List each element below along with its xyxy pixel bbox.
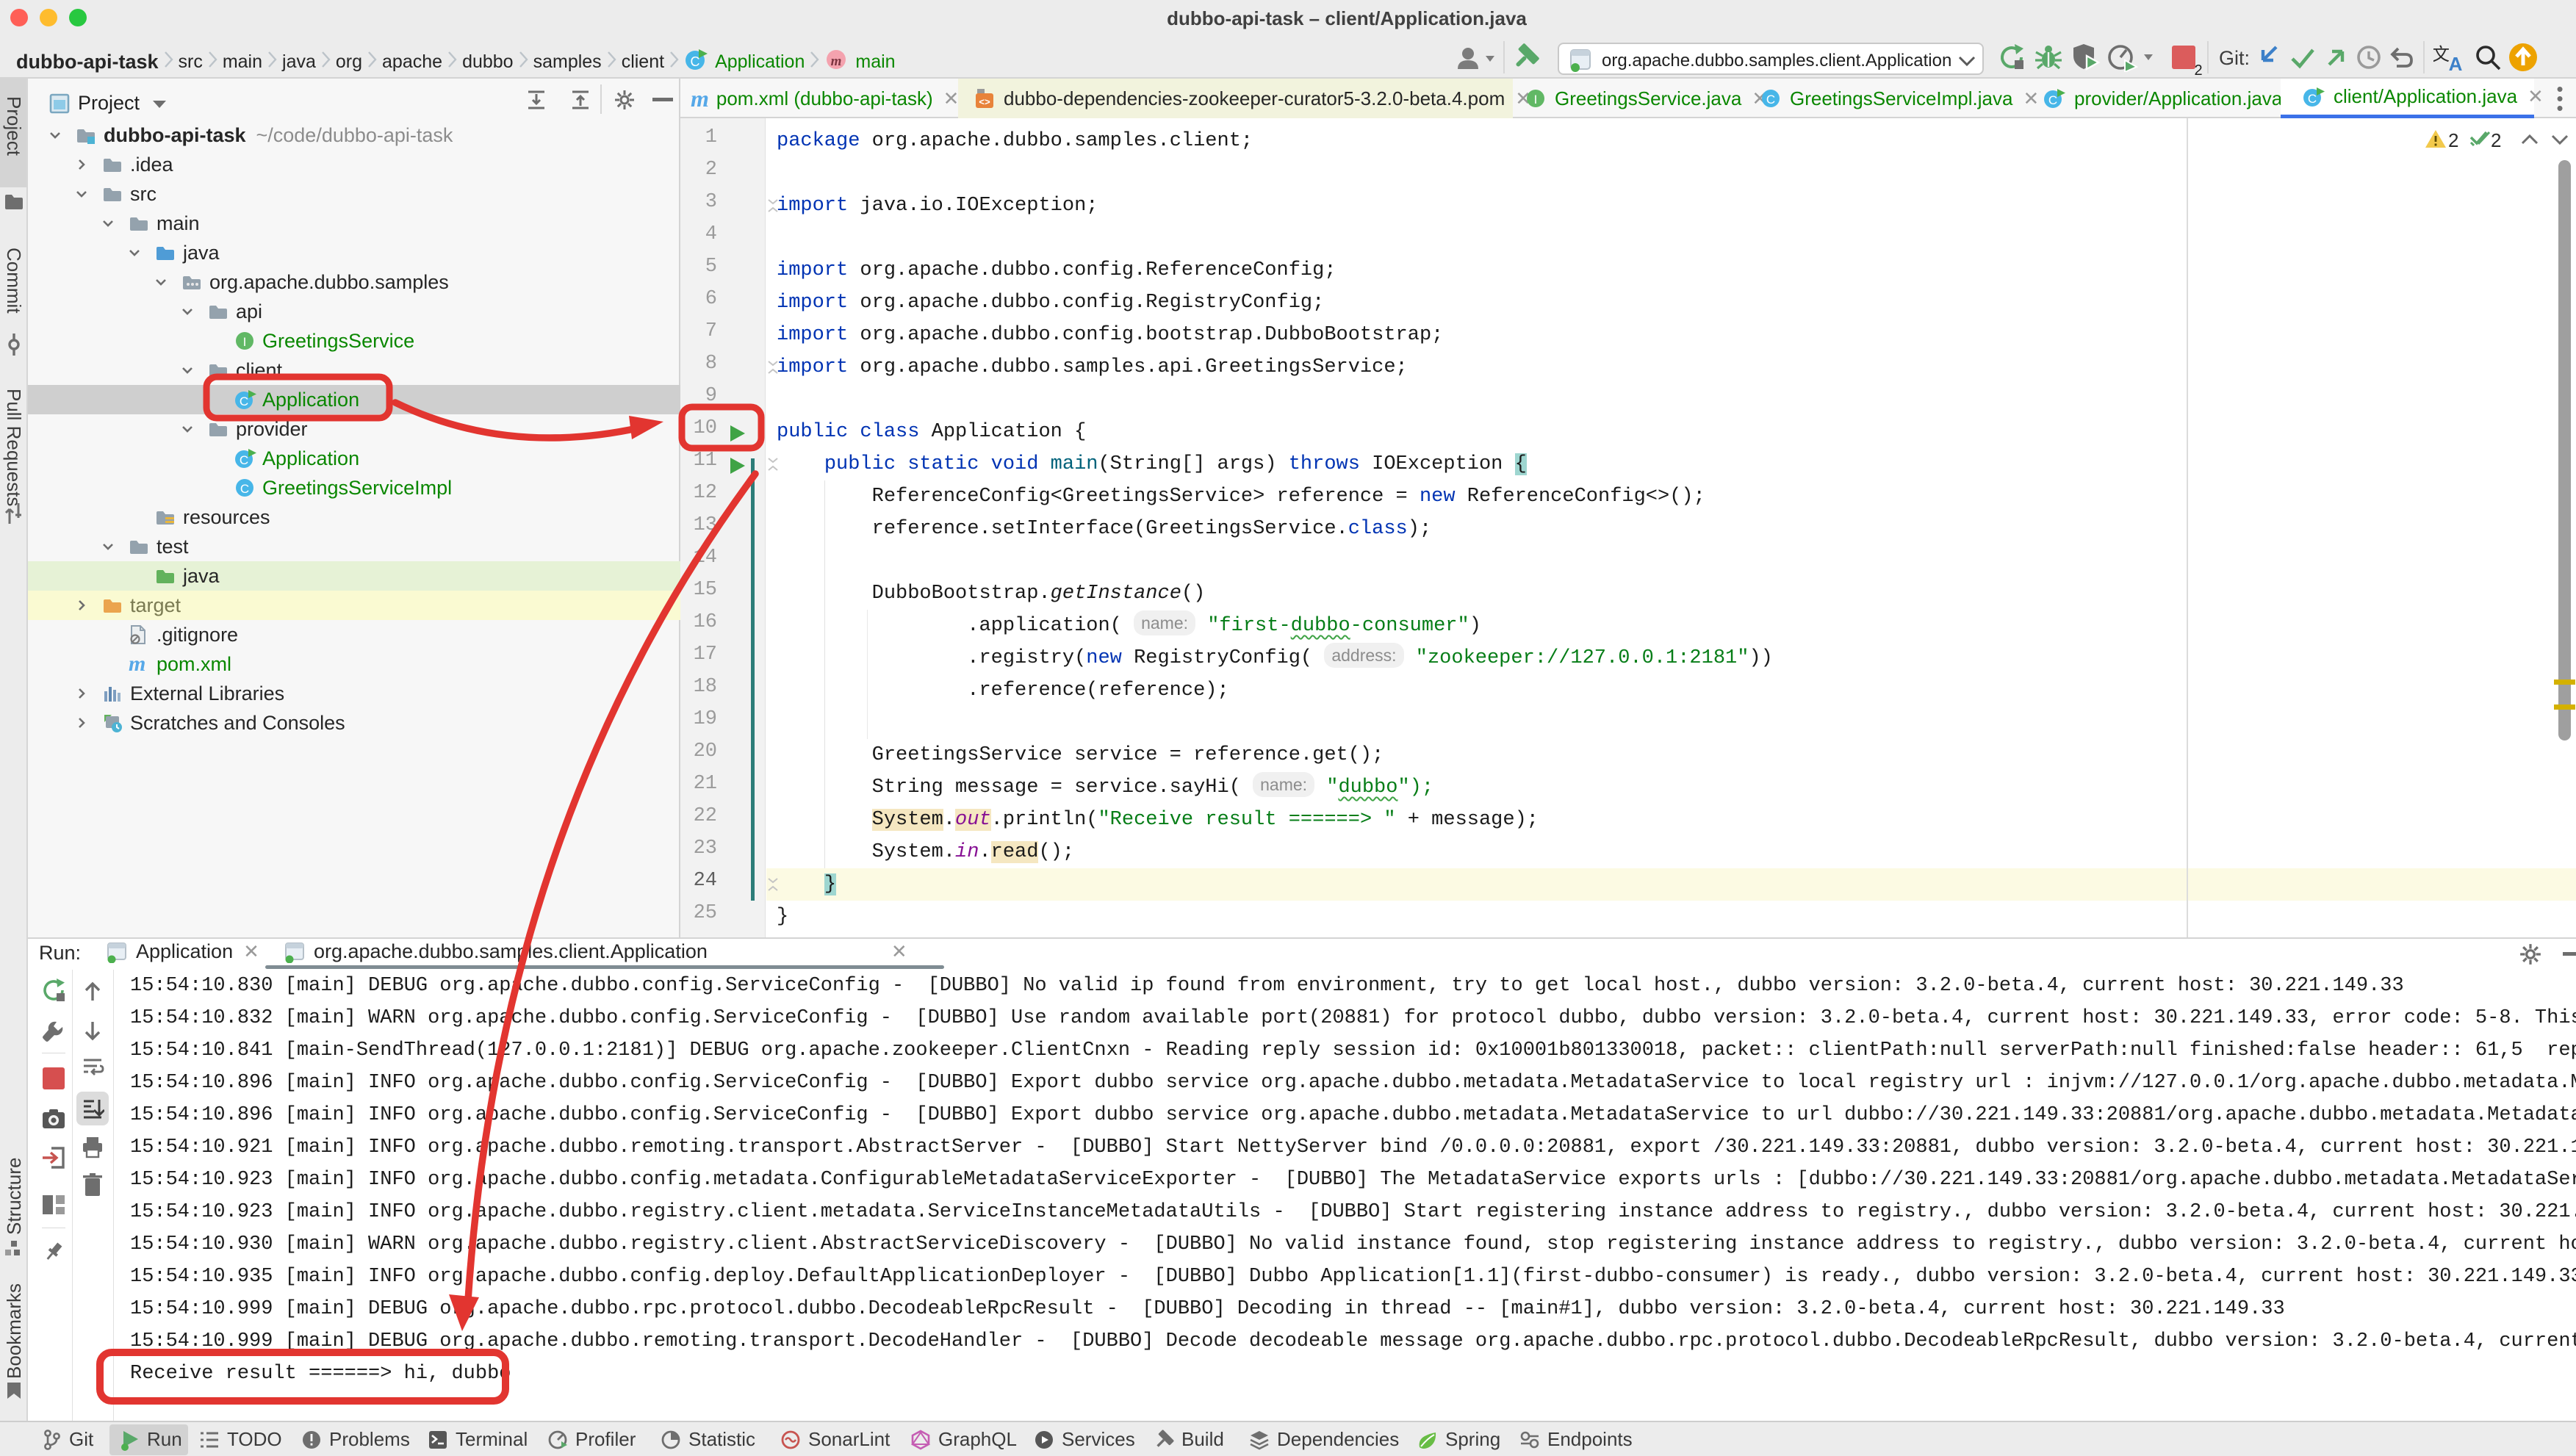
svg-text:<>: <> [979, 97, 990, 108]
svg-text:文: 文 [2433, 45, 2450, 65]
svg-text:2: 2 [2194, 62, 2202, 76]
svg-text:I: I [1534, 93, 1538, 107]
svg-text:C: C [240, 453, 248, 467]
svg-text:C: C [240, 394, 248, 408]
svg-text:A: A [2449, 53, 2463, 72]
svg-text:C: C [2048, 93, 2057, 107]
svg-text:C: C [2308, 92, 2317, 106]
svg-text:C: C [1766, 93, 1775, 107]
svg-text:C: C [240, 482, 249, 496]
svg-text:C: C [691, 54, 700, 69]
svg-text:m: m [831, 54, 842, 69]
svg-text:I: I [243, 335, 247, 349]
